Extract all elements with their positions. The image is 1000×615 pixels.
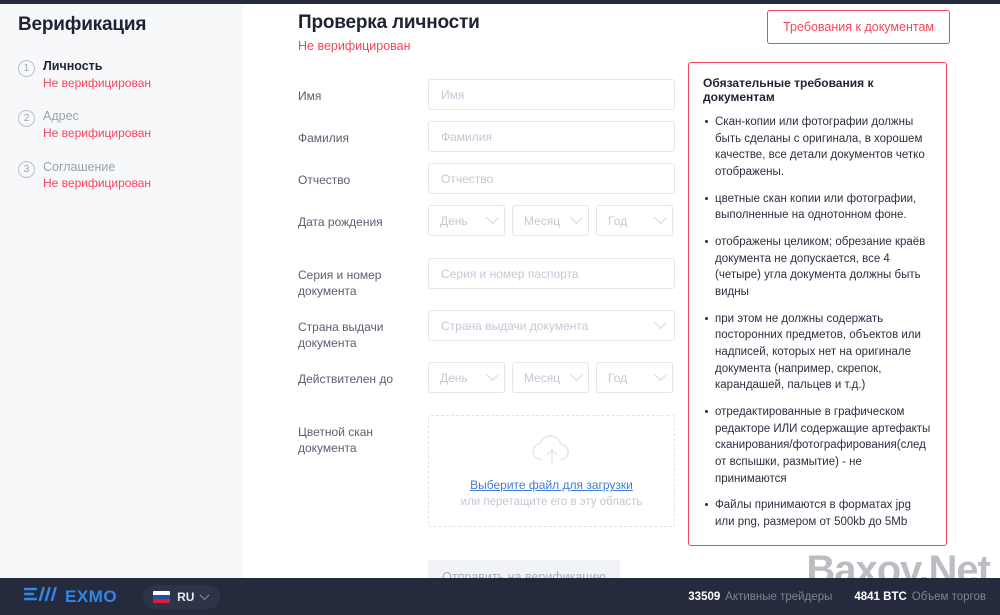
chevron-down-icon [570,369,583,382]
valid-until-label: Действителен до [298,362,428,388]
status-badge: Не верифицирован [43,176,151,192]
first-name-input[interactable] [428,79,675,110]
file-dropzone[interactable]: Выберите файл для загрузки или перетащит… [428,415,675,527]
sidebar-title: Верификация [18,14,243,36]
birth-year-select[interactable]: Год [596,205,673,236]
valid-until-selectors: День Месяц Год [428,362,675,393]
requirement-item: отображены целиком; обрезание краёв доку… [703,234,932,301]
requirements-list: Скан-копии или фотографии должны быть сд… [703,114,932,531]
requirements-panel-title: Обязательные требования к документам [703,76,932,104]
valid-until-month-select[interactable]: Месяц [512,362,589,393]
step-number-badge: 3 [18,161,35,178]
middle-name-input[interactable] [428,163,675,194]
verification-steps: 1 Личность Не верифицирован 2 Адрес Не в… [18,58,243,192]
valid-until-year-value: Год [608,371,627,385]
last-name-input[interactable] [428,121,675,152]
valid-until-year-select[interactable]: Год [596,362,673,393]
language-code: RU [177,590,194,604]
chevron-down-icon [654,316,667,329]
valid-until-month-value: Месяц [524,371,560,385]
birth-date-selectors: День Месяц Год [428,205,675,236]
language-selector[interactable]: RU [143,585,220,609]
exmo-logo[interactable]: EXMO [24,585,117,608]
document-country-select[interactable]: Страна выдачи документа [428,310,675,341]
birth-day-value: День [440,214,468,228]
stat-trading-volume: 4841 BTC Объем торгов [854,591,986,603]
birth-date-label: Дата рождения [298,205,428,231]
middle-name-label: Отчество [298,163,428,189]
sidebar-step-agreement[interactable]: 3 Соглашение Не верифицирован [18,159,243,192]
status-badge: Не верифицирован [43,126,151,142]
site-footer: EXMO RU 33509 Активные трейдеры 4841 BTC… [0,578,1000,615]
step-label: Личность [43,58,151,75]
document-country-value: Страна выдачи документа [441,319,588,333]
footer-stats: 33509 Активные трейдеры 4841 BTC Объем т… [688,591,986,603]
valid-until-day-select[interactable]: День [428,362,505,393]
chevron-down-icon [486,369,499,382]
birth-day-select[interactable]: День [428,205,505,236]
russian-flag-icon [153,591,170,603]
last-name-label: Фамилия [298,121,428,147]
valid-until-day-value: День [440,371,468,385]
sidebar-step-identity[interactable]: 1 Личность Не верифицирован [18,58,243,91]
chevron-down-icon [654,369,667,382]
dropzone-hint: или перетащите его в эту область [461,496,643,508]
chevron-down-icon [486,211,499,224]
stat-value: 4841 BTC [854,591,906,603]
step-label: Адрес [43,108,151,125]
exmo-brand-text: EXMO [65,587,117,607]
document-requirements-panel: Обязательные требования к документам Ска… [688,62,947,546]
requirement-item: отредактированные в графическом редактор… [703,404,932,487]
document-country-label: Страна выдачи документа [298,310,428,351]
requirement-item: цветные скан копии или фотографии, выпол… [703,191,932,224]
chevron-down-icon [654,211,667,224]
color-scan-label: Цветной скан документа [298,415,428,456]
choose-file-link[interactable]: Выберите файл для загрузки [470,478,633,492]
document-requirements-button[interactable]: Требования к документам [767,10,950,44]
birth-year-value: Год [608,214,627,228]
status-badge: Не верифицирован [43,76,151,92]
chevron-down-icon [570,211,583,224]
requirement-item: при этом не должны содержать посторонних… [703,311,932,394]
requirement-item: Скан-копии или фотографии должны быть сд… [703,114,932,181]
first-name-label: Имя [298,79,428,105]
exmo-logo-icon [24,585,58,608]
step-number-badge: 1 [18,60,35,77]
stat-label: Активные трейдеры [725,591,832,603]
birth-month-value: Месяц [524,214,560,228]
stat-active-traders: 33509 Активные трейдеры [688,591,832,603]
chevron-down-icon [200,590,210,600]
cloud-upload-icon [529,434,575,471]
page-shell: Верификация 1 Личность Не верифицирован … [0,4,1000,578]
document-number-label: Серия и номер документа [298,258,428,299]
stat-value: 33509 [688,591,720,603]
verification-sidebar: Верификация 1 Личность Не верифицирован … [0,4,243,578]
requirement-item: Файлы принимаются в форматах jpg или png… [703,497,932,530]
step-label: Соглашение [43,159,151,176]
step-number-badge: 2 [18,110,35,127]
stat-label: Объем торгов [912,591,986,603]
sidebar-step-address[interactable]: 2 Адрес Не верифицирован [18,108,243,141]
birth-month-select[interactable]: Месяц [512,205,589,236]
document-number-input[interactable] [428,258,675,289]
